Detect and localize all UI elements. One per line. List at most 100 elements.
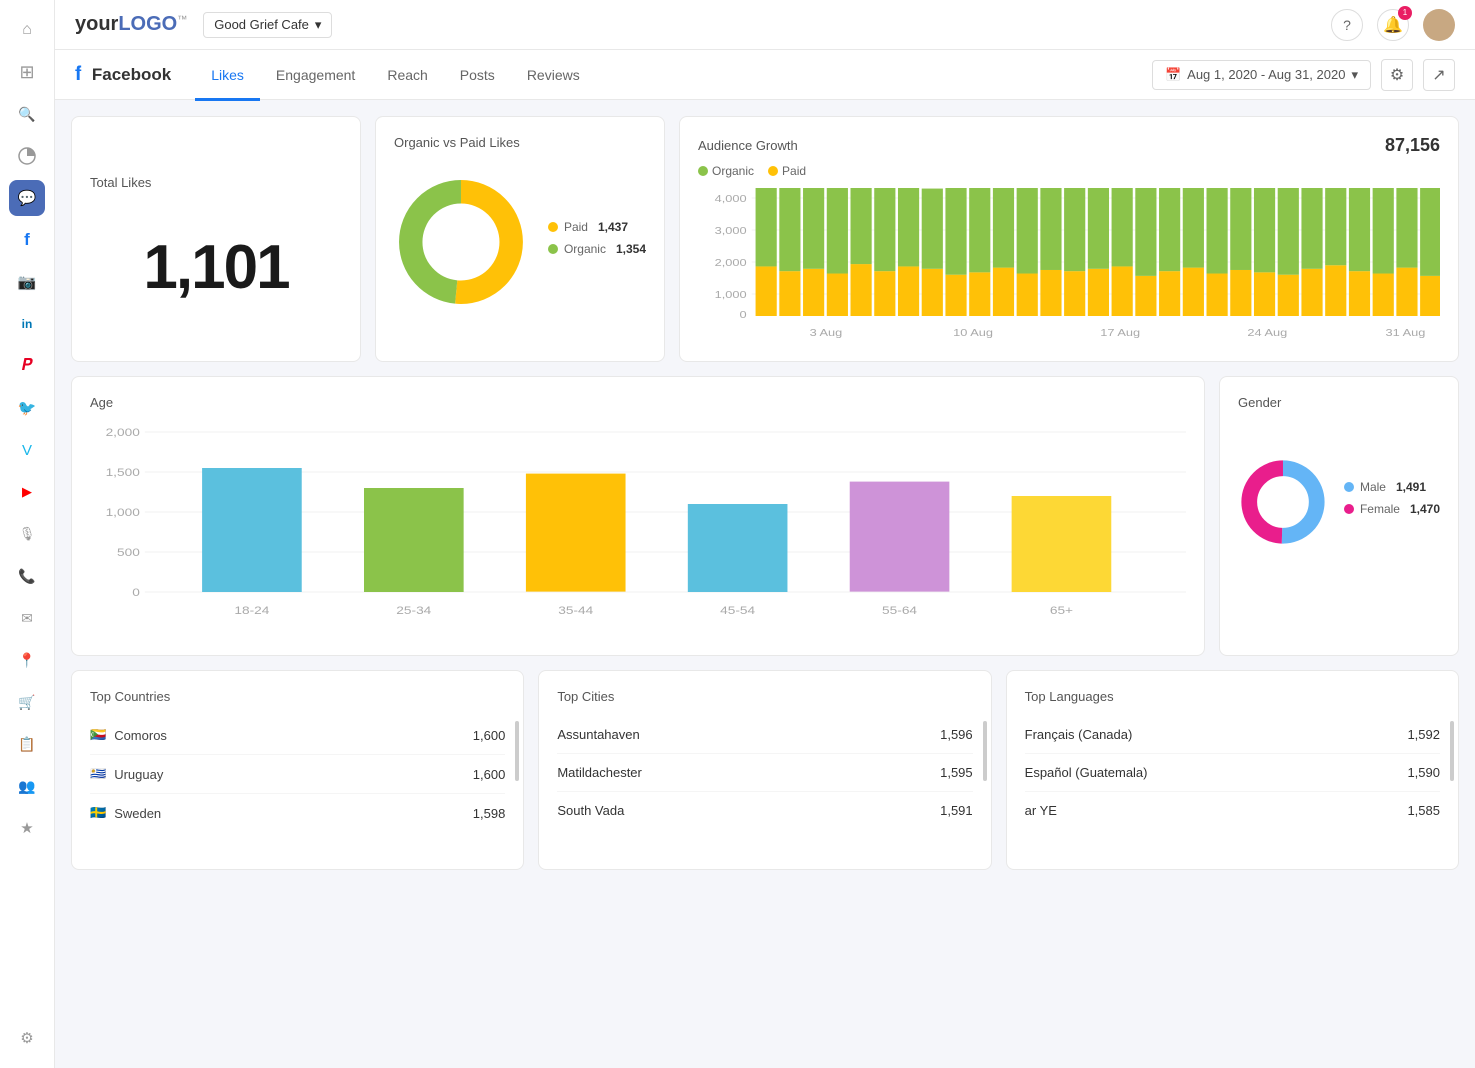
logo: yourLOGO™ bbox=[75, 13, 187, 36]
header-actions: ? 🔔 1 bbox=[1331, 9, 1455, 41]
value-1: 1,600 bbox=[473, 728, 506, 743]
flag-1: 🇰🇲 bbox=[90, 727, 106, 743]
table-row: 🇰🇲 Comoros 1,600 bbox=[90, 716, 505, 755]
svg-text:10 Aug: 10 Aug bbox=[953, 328, 993, 338]
svg-text:3,000: 3,000 bbox=[715, 226, 747, 236]
tab-likes[interactable]: Likes bbox=[195, 52, 260, 101]
lang-name-2: Español (Guatemala) bbox=[1025, 765, 1148, 780]
nav-right: 📅 Aug 1, 2020 - Aug 31, 2020 ▾ ⚙ ↗ bbox=[1152, 59, 1455, 91]
organic-label: Organic bbox=[564, 242, 606, 256]
sidebar-item-report[interactable]: 📋 bbox=[9, 726, 45, 762]
bar-45-54 bbox=[688, 504, 788, 592]
sidebar-item-users[interactable]: 👥 bbox=[9, 768, 45, 804]
organic-paid-card: Organic vs Paid Likes Paid bbox=[375, 116, 665, 362]
sidebar-item-home[interactable]: ⌂ bbox=[9, 12, 45, 48]
paid-value: 1,437 bbox=[598, 220, 628, 234]
sidebar-item-facebook[interactable]: f bbox=[9, 222, 45, 258]
top-header: yourLOGO™ Good Grief Cafe ▾ ? 🔔 1 bbox=[55, 0, 1475, 50]
organic-dot bbox=[548, 244, 558, 254]
organic-value: 1,354 bbox=[616, 242, 646, 256]
svg-text:45-54: 45-54 bbox=[720, 604, 755, 616]
sidebar-item-grid[interactable]: ⊞ bbox=[9, 54, 45, 90]
country-name-3: 🇸🇪 Sweden bbox=[90, 805, 161, 821]
sidebar-item-instagram[interactable]: 📷 bbox=[9, 264, 45, 300]
country-name-1: 🇰🇲 Comoros bbox=[90, 727, 167, 743]
audience-total: 87,156 bbox=[1385, 135, 1440, 156]
female-legend: Female 1,470 bbox=[1344, 502, 1440, 516]
name-2: Uruguay bbox=[114, 767, 163, 782]
bar-25-34 bbox=[364, 488, 464, 592]
sidebar-item-youtube[interactable]: ▶ bbox=[9, 474, 45, 510]
sidebar-item-social[interactable]: 💬 bbox=[9, 180, 45, 216]
tab-posts[interactable]: Posts bbox=[444, 52, 511, 101]
top-languages-title: Top Languages bbox=[1025, 689, 1440, 704]
age-card: Age 2,000 1,500 1,000 500 0 bbox=[71, 376, 1205, 656]
bar-65plus bbox=[1012, 496, 1112, 592]
user-avatar[interactable] bbox=[1423, 9, 1455, 41]
tab-reach[interactable]: Reach bbox=[371, 52, 443, 101]
table-row: ar YE 1,585 bbox=[1025, 792, 1440, 829]
female-dot bbox=[1344, 504, 1354, 514]
table-row: Assuntahaven 1,596 bbox=[557, 716, 972, 754]
sidebar-item-search[interactable]: 🔍 bbox=[9, 96, 45, 132]
lang-value-3: 1,585 bbox=[1407, 803, 1440, 818]
city-value-2: 1,595 bbox=[940, 765, 973, 780]
gender-card: Gender Male 1,491 bbox=[1219, 376, 1459, 656]
paid-legend: Paid 1,437 bbox=[548, 220, 646, 234]
date-range-picker[interactable]: 📅 Aug 1, 2020 - Aug 31, 2020 ▾ bbox=[1152, 60, 1371, 90]
languages-scrollbar[interactable] bbox=[1450, 721, 1454, 781]
flag-3: 🇸🇪 bbox=[90, 805, 106, 821]
sidebar-item-settings[interactable]: ⚙ bbox=[9, 1020, 45, 1056]
table-row: Français (Canada) 1,592 bbox=[1025, 716, 1440, 754]
sidebar-item-cart[interactable]: 🛒 bbox=[9, 684, 45, 720]
city-name-1: Assuntahaven bbox=[557, 727, 639, 742]
brand-name: Good Grief Cafe bbox=[214, 17, 309, 32]
facebook-icon: 𝐟 bbox=[75, 63, 82, 86]
top-cities-title: Top Cities bbox=[557, 689, 972, 704]
female-label: Female bbox=[1360, 502, 1400, 516]
top-languages-card: Top Languages Français (Canada) 1,592 Es… bbox=[1006, 670, 1459, 870]
filter-button[interactable]: ⚙ bbox=[1381, 59, 1413, 91]
city-value-1: 1,596 bbox=[940, 727, 973, 742]
sidebar-item-twitter[interactable]: 🐦 bbox=[9, 390, 45, 426]
notification-button[interactable]: 🔔 1 bbox=[1377, 9, 1409, 41]
table-row: South Vada 1,591 bbox=[557, 792, 972, 829]
svg-text:35-44: 35-44 bbox=[558, 604, 593, 616]
donut-container: Paid 1,437 Organic 1,354 bbox=[394, 162, 646, 322]
svg-text:1,000: 1,000 bbox=[715, 290, 747, 300]
svg-text:1,000: 1,000 bbox=[106, 506, 140, 518]
sidebar-item-phone[interactable]: 📞 bbox=[9, 558, 45, 594]
sidebar-item-analytics[interactable] bbox=[9, 138, 45, 174]
sidebar-item-star[interactable]: ★ bbox=[9, 810, 45, 846]
city-name-2: Matildachester bbox=[557, 765, 642, 780]
city-value-3: 1,591 bbox=[940, 803, 973, 818]
svg-text:0: 0 bbox=[739, 310, 746, 320]
content-area: Total Likes 1,101 Organic vs Paid Likes bbox=[55, 100, 1475, 1068]
lang-name-1: Français (Canada) bbox=[1025, 727, 1133, 742]
share-button[interactable]: ↗ bbox=[1423, 59, 1455, 91]
sidebar-item-pinterest[interactable]: 𝑷 bbox=[9, 348, 45, 384]
countries-scrollbar[interactable] bbox=[515, 721, 519, 781]
date-range-text: Aug 1, 2020 - Aug 31, 2020 bbox=[1187, 67, 1345, 82]
donut-legend: Paid 1,437 Organic 1,354 bbox=[548, 220, 646, 264]
sidebar-item-location[interactable]: 📍 bbox=[9, 642, 45, 678]
lang-value-1: 1,592 bbox=[1407, 727, 1440, 742]
svg-text:2,000: 2,000 bbox=[106, 426, 140, 438]
sidebar-item-podcast[interactable]: 🎙 bbox=[9, 516, 45, 552]
sidebar-item-email[interactable]: ✉ bbox=[9, 600, 45, 636]
top-countries-title: Top Countries bbox=[90, 689, 505, 704]
svg-text:0: 0 bbox=[132, 586, 140, 598]
tab-engagement[interactable]: Engagement bbox=[260, 52, 371, 101]
svg-text:4,000: 4,000 bbox=[715, 194, 747, 204]
sidebar-item-linkedin[interactable]: in bbox=[9, 306, 45, 342]
help-button[interactable]: ? bbox=[1331, 9, 1363, 41]
cities-scrollbar[interactable] bbox=[983, 721, 987, 781]
value-3: 1,598 bbox=[473, 806, 506, 821]
male-label: Male bbox=[1360, 480, 1386, 494]
name-1: Comoros bbox=[114, 728, 167, 743]
tab-reviews[interactable]: Reviews bbox=[511, 52, 596, 101]
country-name-2: 🇺🇾 Uruguay bbox=[90, 766, 163, 782]
sidebar-item-vimeo[interactable]: V bbox=[9, 432, 45, 468]
brand-selector[interactable]: Good Grief Cafe ▾ bbox=[203, 12, 332, 38]
organic-paid-title: Organic vs Paid Likes bbox=[394, 135, 646, 150]
